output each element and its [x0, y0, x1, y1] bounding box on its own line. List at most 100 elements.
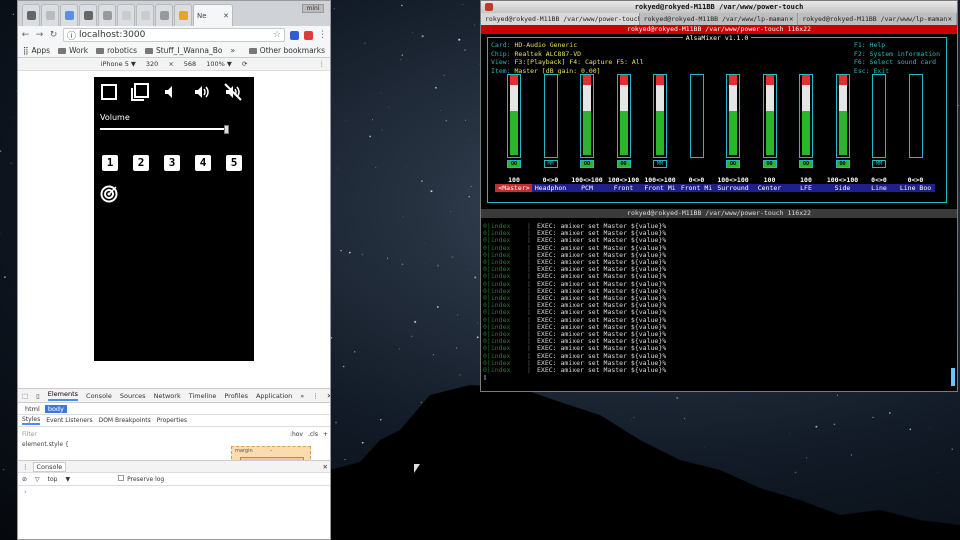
tab-gmail[interactable] — [41, 4, 59, 26]
other-bookmarks[interactable]: Other bookmarks — [248, 46, 325, 55]
tab-application[interactable]: Application — [256, 392, 292, 400]
menu-icon[interactable]: ⋮ — [318, 30, 327, 40]
zoom-select[interactable]: 100% ▼ — [206, 60, 232, 68]
preset-button-2[interactable]: 2 — [133, 155, 149, 171]
cls-toggle[interactable]: .cls — [308, 431, 318, 438]
inspect-icon[interactable]: ⬚ — [22, 392, 28, 400]
channel-meter[interactable] — [726, 74, 740, 158]
terminal-tab-1[interactable]: rokyed@rokyed-M11BB /var/www/power-touch… — [481, 13, 640, 25]
extension-icon[interactable] — [290, 30, 299, 40]
tab-github-2[interactable] — [79, 4, 97, 26]
address-bar[interactable]: ⓘ localhost:3000 ☆ — [63, 28, 285, 42]
channel-meter[interactable] — [799, 74, 813, 158]
height-input[interactable]: 568 — [184, 60, 196, 68]
channel-meter[interactable] — [835, 74, 850, 158]
volume-up-icon[interactable] — [191, 81, 213, 103]
tab-elements[interactable]: Elements — [47, 390, 79, 401]
window-icon[interactable] — [98, 81, 120, 103]
tab-properties[interactable]: Properties — [157, 417, 187, 424]
scrollbar[interactable] — [951, 368, 955, 386]
close-window-icon[interactable] — [485, 3, 493, 11]
close-tab-icon[interactable]: ✕ — [948, 15, 952, 23]
tab-github[interactable] — [22, 4, 40, 26]
tab-chrome[interactable] — [174, 4, 192, 26]
context-dropdown-icon[interactable]: ▼ — [66, 476, 71, 483]
terminal-tab-3[interactable]: rokyed@rokyed-M11BB /var/www/lp-maman ✕ — [798, 13, 957, 25]
channel-meter[interactable] — [908, 74, 923, 158]
margin-value[interactable]: – — [270, 448, 273, 454]
checkbox-box[interactable] — [118, 475, 125, 481]
width-input[interactable]: 320 — [146, 60, 158, 68]
preserve-log-checkbox[interactable]: Preserve log — [118, 475, 164, 483]
preset-button-3[interactable]: 3 — [164, 155, 180, 171]
filter-input[interactable]: Filter — [22, 431, 37, 438]
channel-meter[interactable] — [689, 74, 704, 158]
mute-toggle[interactable]: OO — [762, 160, 777, 168]
tab-page-2[interactable] — [136, 4, 154, 26]
channel-name[interactable]: Front Mi — [641, 184, 679, 192]
device-select[interactable]: iPhone 5 ▼ — [101, 60, 136, 68]
hov-toggle[interactable]: :hov — [290, 431, 303, 438]
preset-button-4[interactable]: 4 — [195, 155, 211, 171]
breadcrumb-body[interactable]: body — [44, 404, 67, 413]
tab-active[interactable]: Ne ✕ — [193, 4, 233, 26]
forward-icon[interactable]: → — [35, 30, 44, 40]
channel-name[interactable]: Side — [823, 184, 862, 192]
bookmark-apps[interactable]: ⣿ Apps — [23, 46, 50, 55]
breadcrumb-html[interactable]: html — [22, 405, 43, 413]
tab-dom-breakpoints[interactable]: DOM Breakpoints — [99, 417, 151, 424]
close-drawer-icon[interactable]: ✕ — [323, 463, 328, 471]
channel-meter[interactable] — [507, 74, 521, 158]
bookmark-stuff[interactable]: Stuff_I_Wanna_Bo — [144, 46, 222, 55]
mute-toggle[interactable]: OO — [616, 160, 631, 168]
channel-meter[interactable] — [762, 74, 777, 158]
mute-toggle[interactable]: MM — [653, 160, 667, 168]
context-select[interactable]: top — [48, 476, 58, 483]
filter-icon[interactable]: ▽ — [35, 476, 40, 483]
volume-mute-icon[interactable] — [222, 81, 244, 103]
window-control[interactable]: mini — [302, 4, 324, 13]
mute-toggle[interactable]: OO — [580, 160, 594, 168]
tab-network[interactable]: Network — [154, 392, 181, 400]
tab-styles[interactable]: Styles — [22, 416, 41, 425]
tab-event-listeners[interactable]: Event Listeners — [46, 417, 92, 424]
tab-timeline[interactable]: Timeline — [189, 392, 217, 400]
bookmark-work[interactable]: Work — [58, 46, 88, 55]
channel-name[interactable]: Center — [750, 184, 789, 192]
tab-docs[interactable] — [60, 4, 78, 26]
channel-name[interactable]: Surround — [714, 184, 752, 192]
preset-button-5[interactable]: 5 — [226, 155, 242, 171]
tab-sources[interactable]: Sources — [120, 392, 146, 400]
close-tab-icon[interactable]: ✕ — [223, 12, 229, 20]
alsamixer[interactable]: AlsaMixer v1.1.0 Card: HD-Audio Generic … — [481, 34, 957, 209]
drawer-menu-icon[interactable]: ⋮ — [22, 463, 29, 471]
page-info-icon[interactable]: ⓘ — [67, 29, 76, 42]
preset-button-1[interactable]: 1 — [102, 155, 118, 171]
tab-page[interactable] — [117, 4, 135, 26]
channel-name[interactable]: Line Boo — [896, 184, 935, 192]
channel-name[interactable]: PCM — [568, 184, 606, 192]
devtools-more-icon[interactable]: ⋮ — [312, 392, 319, 400]
mute-toggle[interactable]: OO — [507, 160, 521, 168]
terminal-tab-2[interactable]: rokyed@rokyed-M11BB /var/www/lp-maman ✕ — [640, 13, 799, 25]
tab-google[interactable] — [98, 4, 116, 26]
bookmark-star-icon[interactable]: ☆ — [273, 30, 281, 40]
mute-toggle[interactable]: MM — [543, 160, 558, 168]
tab-google-2[interactable] — [155, 4, 173, 26]
channel-meter[interactable] — [653, 74, 667, 158]
tab-profiles[interactable]: Profiles — [224, 392, 248, 400]
mute-toggle[interactable]: MM — [872, 160, 886, 168]
channel-name[interactable]: Front Mi — [677, 184, 716, 192]
back-icon[interactable]: ← — [21, 30, 30, 40]
close-tab-icon[interactable]: ✕ — [789, 15, 793, 23]
close-icon[interactable]: ✕ — [327, 392, 330, 400]
channel-name[interactable]: Headphon — [531, 184, 570, 192]
channel-meter[interactable] — [543, 74, 558, 158]
volume-down-icon[interactable] — [160, 81, 182, 103]
tab-more[interactable]: » — [300, 392, 304, 400]
mute-toggle[interactable]: OO — [726, 160, 740, 168]
volume-slider[interactable] — [100, 125, 229, 134]
channel-name[interactable]: Line — [860, 184, 898, 192]
rotate-icon[interactable]: ⟳ — [242, 60, 247, 68]
channel-name[interactable]: Front — [604, 184, 643, 192]
